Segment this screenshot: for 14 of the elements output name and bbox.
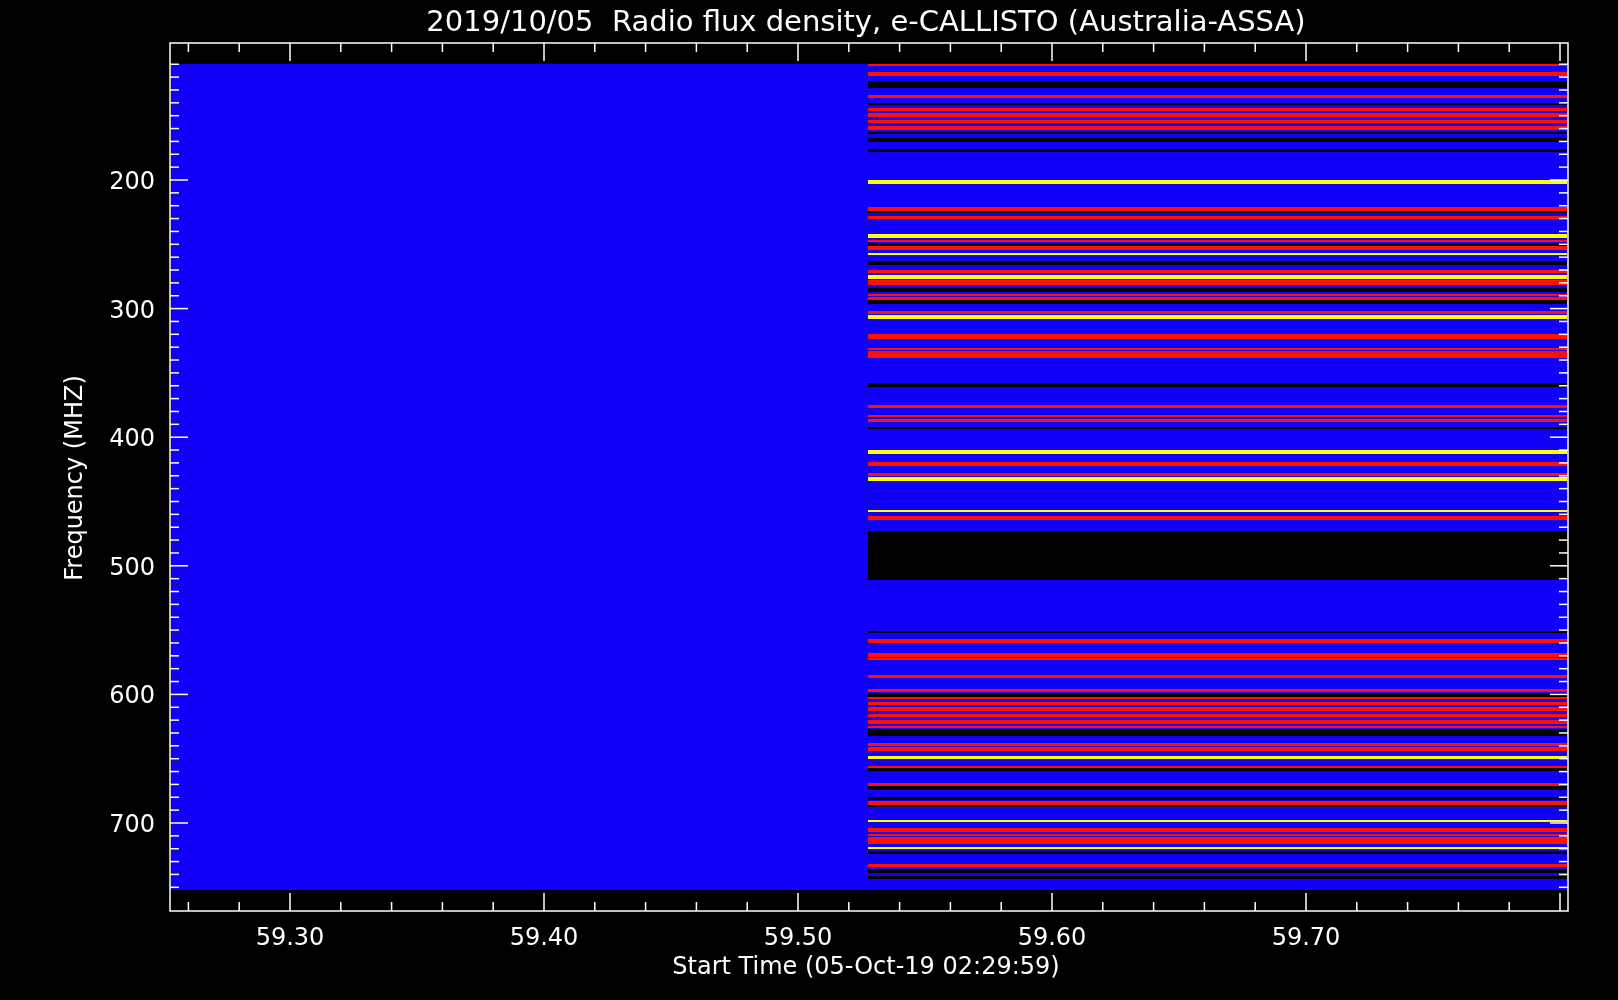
x-tick-label: 59.30 <box>255 923 325 951</box>
y-tick-label: 500 <box>109 552 155 581</box>
y-axis-title: Frequency (MHZ) <box>60 375 88 581</box>
chart-title: 2019/10/05 Radio flux density, e-CALLISTO (Australia-ASSA) <box>426 4 1306 38</box>
y-tick-label: 700 <box>109 810 155 838</box>
x-tick-label: 59.70 <box>1271 923 1341 951</box>
y-tick-label: 600 <box>109 681 155 710</box>
y-tick-label: 400 <box>109 424 155 453</box>
x-tick-label: 59.50 <box>763 923 833 951</box>
x-axis-title: Start Time (05-Oct-19 02:29:59) <box>672 952 1060 980</box>
x-tick-label: 59.40 <box>509 923 579 951</box>
y-tick-label: 200 <box>109 167 155 195</box>
y-tick-label: 300 <box>109 295 155 324</box>
x-tick-label: 59.60 <box>1017 923 1087 951</box>
